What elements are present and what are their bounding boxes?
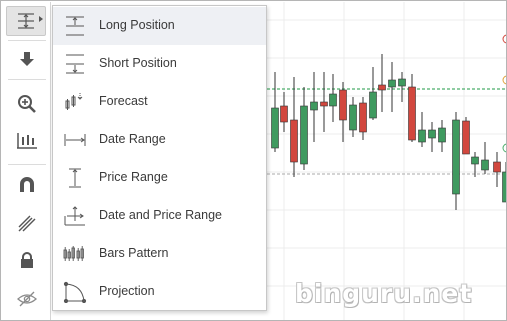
date-range-icon <box>64 134 86 146</box>
candle-body <box>388 79 396 88</box>
projection-icon <box>63 281 87 303</box>
candle-body <box>271 107 279 149</box>
menu-item-date-price-range[interactable]: Date and Price Range <box>53 197 266 235</box>
menu-item-forecast[interactable]: Forecast <box>53 83 266 121</box>
candle-body <box>280 105 288 123</box>
bars-pattern-icon <box>63 246 84 261</box>
measure-tools-menu: Long Position Short Position Forecast Da… <box>52 5 267 311</box>
candle-body <box>462 120 470 155</box>
candle-body <box>378 84 386 91</box>
drawing-toolbar <box>2 2 51 320</box>
candle-body <box>369 91 377 119</box>
candle-body <box>310 101 318 111</box>
menu-item-date-range[interactable]: Date Range <box>53 121 266 159</box>
toolbar-separator <box>8 79 46 80</box>
eye-hidden-icon <box>16 291 37 307</box>
arrow-down-icon <box>19 52 34 66</box>
menu-item-label: Date and Price Range <box>99 208 222 222</box>
measure-tool-icon <box>18 13 34 29</box>
menu-item-bars-pattern[interactable]: Bars Pattern <box>53 235 266 273</box>
zoom-in-icon <box>17 95 36 113</box>
watermark: binguru.net <box>295 279 473 308</box>
candle-body <box>438 127 446 143</box>
menu-item-label: Date Range <box>99 132 166 146</box>
ruler-button[interactable] <box>2 124 51 158</box>
short-position-icon <box>66 54 84 74</box>
candle-body <box>452 119 460 195</box>
candle-body <box>359 102 367 133</box>
candle-body <box>428 129 436 139</box>
zoom-in-button[interactable] <box>2 87 51 121</box>
candle-body <box>339 89 347 121</box>
menu-item-label: Bars Pattern <box>99 246 169 260</box>
lock-button[interactable] <box>2 244 51 278</box>
candle-body <box>290 119 298 163</box>
pencil-button[interactable] <box>2 206 51 240</box>
menu-item-label: Short Position <box>99 56 177 70</box>
candle-body <box>502 171 506 203</box>
pencil-icon <box>18 215 35 232</box>
arrow-down-button[interactable] <box>2 42 51 76</box>
magnet-button[interactable] <box>2 168 51 202</box>
candle-body <box>493 161 501 173</box>
hide-drawings-button[interactable] <box>2 282 51 316</box>
candle-body <box>418 129 426 143</box>
candle-body <box>300 105 308 165</box>
lock-icon <box>20 252 33 268</box>
menu-item-long-position[interactable]: Long Position <box>53 7 266 45</box>
menu-item-label: Long Position <box>99 18 175 32</box>
candle-body <box>349 104 357 131</box>
submenu-caret-icon[interactable] <box>39 16 43 22</box>
candle-body <box>408 86 416 141</box>
ruler-icon <box>16 133 37 149</box>
menu-item-projection[interactable]: Projection <box>53 273 266 311</box>
forecast-icon <box>65 93 83 110</box>
toolbar-separator <box>8 40 46 41</box>
menu-item-label: Price Range <box>99 170 168 184</box>
price-range-icon <box>69 168 81 188</box>
candle-body <box>398 78 406 87</box>
app-frame: Long Position Short Position Forecast Da… <box>0 0 507 321</box>
menu-item-label: Forecast <box>99 94 148 108</box>
date-price-range-icon <box>64 206 85 226</box>
long-position-icon <box>66 16 84 36</box>
menu-item-label: Projection <box>99 284 155 298</box>
toolbar-separator <box>8 164 46 165</box>
menu-item-price-range[interactable]: Price Range <box>53 159 266 197</box>
candle-body <box>329 93 337 107</box>
menu-item-short-position[interactable]: Short Position <box>53 45 266 83</box>
candle-body <box>481 159 489 171</box>
candle-body <box>320 101 328 107</box>
magnet-icon <box>19 177 34 192</box>
candle-body <box>471 156 479 165</box>
